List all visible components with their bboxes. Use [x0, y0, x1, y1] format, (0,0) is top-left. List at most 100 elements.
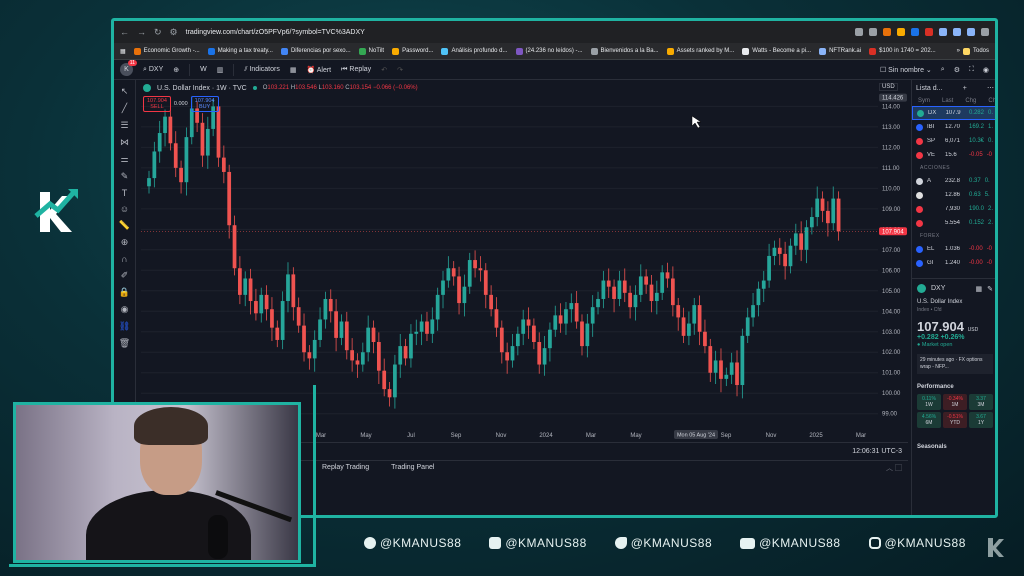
alert-button[interactable]: ⏰ Alert	[306, 66, 331, 74]
watchlist-row[interactable]: 7,930 190.0 2.	[912, 202, 995, 216]
symbol-search[interactable]: ⌕ DXY	[143, 66, 163, 74]
watchlist-row[interactable]: A 232.8 0.37 0.	[912, 174, 995, 188]
reload-icon[interactable]: ↻	[154, 27, 162, 38]
ext-icon-1[interactable]	[883, 28, 891, 36]
settings-icon[interactable]: ⚙	[954, 66, 960, 74]
candle-body	[644, 276, 649, 285]
bookmark-item[interactable]: Making a tax treaty...	[207, 47, 273, 55]
maximize-icon[interactable]: ▢	[895, 465, 902, 472]
layout-select[interactable]: ☐ Sin nombre ⌄	[880, 66, 932, 74]
back-icon[interactable]: ←	[120, 27, 129, 37]
ext-icon-3[interactable]	[911, 28, 919, 36]
url-text[interactable]: tradingview.com/chart/zO5PFVp6/?symbol=T…	[186, 29, 847, 36]
stay-drawing-icon[interactable]: ✐	[121, 270, 129, 281]
chart-type-icon[interactable]: ▥	[217, 66, 224, 74]
pattern-icon[interactable]: ⋈	[120, 137, 129, 148]
translate-icon[interactable]	[855, 28, 863, 36]
bookmark-item[interactable]: Análisis profundo d...	[441, 47, 508, 55]
bookmark-item[interactable]: (24.236 no leídos) -...	[515, 47, 583, 55]
collapse-icon[interactable]: ︿	[886, 465, 893, 472]
text-icon[interactable]: T	[122, 188, 128, 198]
col-chp[interactable]: Ch	[988, 98, 995, 104]
quick-search-icon[interactable]: ⌕	[941, 66, 945, 74]
watchlist-row[interactable]: GI 1.240 -0.00 -0	[912, 256, 995, 270]
forward-icon[interactable]: →	[137, 27, 146, 37]
tab-trading-panel[interactable]: Trading Panel	[391, 464, 434, 471]
watchlist-row[interactable]: DX 107.9 0.282 0.	[912, 106, 995, 120]
add-symbol-icon[interactable]: ⊕	[173, 66, 179, 74]
ruler-icon[interactable]: 📏	[119, 220, 130, 231]
bookmark-item[interactable]: Economic Growth -...	[133, 47, 200, 55]
emoji-icon[interactable]: ☺	[120, 204, 129, 214]
col-sym[interactable]: Sym	[918, 98, 930, 104]
ext-icon-4[interactable]	[925, 28, 933, 36]
replay-button[interactable]: ⏮ Replay	[341, 66, 371, 74]
bookmark-item[interactable]: NFTRank.ai	[819, 47, 861, 55]
watchlist-row[interactable]: VE 15.6 -0.05 -0	[912, 148, 995, 162]
currency-select[interactable]: USD	[879, 83, 898, 91]
trash-icon[interactable]: 🗑	[119, 338, 130, 349]
bookmark-folder[interactable]: » Todos	[957, 47, 989, 55]
y-tick-label: 106.00	[882, 268, 901, 274]
bookmark-item[interactable]: Diferencias por sexo...	[280, 47, 351, 55]
undo-icon[interactable]: ↶	[381, 66, 387, 74]
tiktok-handle: @KMANUS88	[614, 536, 712, 550]
redo-icon[interactable]: ↷	[397, 66, 403, 74]
eye-icon[interactable]: ◉	[121, 304, 129, 315]
tab-replay-trading[interactable]: Replay Trading	[322, 464, 369, 471]
ext-icon-7[interactable]	[967, 28, 975, 36]
zoom-icon[interactable]: ⊕	[121, 237, 129, 248]
bookmark-item[interactable]: Assets ranked by M...	[666, 47, 734, 55]
bookmark-item[interactable]: Password...	[392, 47, 433, 55]
link-icon[interactable]: ⛓	[119, 321, 130, 332]
add-icon[interactable]: +	[963, 85, 967, 92]
bookmark-item[interactable]: NoTilt	[358, 47, 384, 55]
fib-icon[interactable]: ☰	[120, 120, 128, 131]
edit-icon[interactable]: ✎	[987, 285, 993, 293]
row-symbol: DX	[928, 110, 937, 116]
puzzle-icon[interactable]	[981, 28, 989, 36]
chart-title[interactable]: U.S. Dollar Index · 1W · TVC	[157, 85, 247, 92]
watchlist-title[interactable]: Lista d...	[916, 85, 942, 92]
apps-icon[interactable]: ▦	[120, 48, 126, 55]
trendline-icon[interactable]: ╱	[122, 103, 127, 114]
prediction-icon[interactable]: ⚌	[120, 154, 128, 165]
watchlist-row[interactable]: SP 6,071 10.3€ 0.	[912, 134, 995, 148]
more-icon[interactable]: ⋯	[987, 84, 994, 92]
buy-button[interactable]: 107.904 BUY	[190, 96, 219, 112]
news-item[interactable]: 29 minutes ago · FX options wrap - NFP..…	[917, 354, 993, 374]
sell-button[interactable]: 107.904 SELL	[143, 96, 171, 112]
col-chg[interactable]: Chg	[965, 98, 976, 104]
avatar[interactable]: K 11	[120, 60, 137, 76]
brush-icon[interactable]: ✎	[121, 171, 129, 182]
ext-icon-2[interactable]	[897, 28, 905, 36]
col-last[interactable]: Last	[942, 98, 953, 104]
templates-icon[interactable]: ▦	[290, 66, 297, 74]
watchlist-row[interactable]: EL 1.036 -0.00 -0	[912, 242, 995, 256]
watchlist-row[interactable]: IBI 12.70 169.2 1.	[912, 120, 995, 134]
lock-icon[interactable]: 🔒	[119, 287, 130, 298]
bookmark-item[interactable]: Bienvenidos a la Ba...	[590, 47, 659, 55]
candle-body	[703, 331, 707, 347]
magnet-icon[interactable]: ∩	[121, 254, 127, 264]
section-acciones[interactable]: ACCIONES	[912, 162, 995, 174]
time-readout[interactable]: 12:06:31 UTC-3	[852, 448, 902, 455]
site-info-icon[interactable]: ⚙	[170, 27, 178, 38]
bookmark-item[interactable]: $100 in 1740 = 202...	[869, 47, 936, 55]
interval-button[interactable]: W	[200, 66, 207, 73]
bookmark-item[interactable]: Watts - Become a pi...	[742, 47, 811, 55]
crosshair-price-label: 114.426	[882, 96, 904, 102]
grid-icon[interactable]: ▦	[976, 285, 983, 293]
indicators-button[interactable]: ⫽ Indicators	[244, 66, 279, 74]
section-forex[interactable]: FOREX	[912, 230, 995, 242]
star-icon[interactable]	[869, 28, 877, 36]
watchlist-row[interactable]: 12.86 0.63 5.	[912, 188, 995, 202]
fullscreen-icon[interactable]: ⛶	[969, 66, 974, 74]
ext-icon-6[interactable]	[953, 28, 961, 36]
watchlist-row[interactable]: 5.554 0.152 2.	[912, 216, 995, 230]
ext-icon-5[interactable]	[939, 28, 947, 36]
screenshot-icon[interactable]: ◉	[983, 66, 989, 74]
cursor-icon[interactable]: ↖	[121, 86, 129, 97]
candle-body	[376, 342, 381, 371]
detail-name[interactable]: U.S. Dollar Index	[917, 299, 993, 305]
